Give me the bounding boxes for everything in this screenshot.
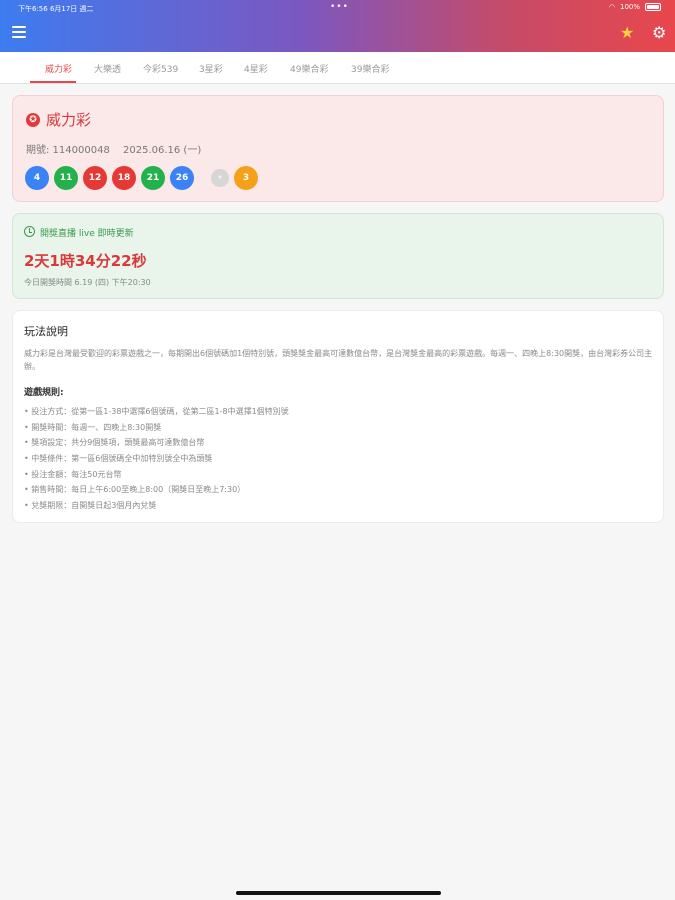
number-ball: 4 [25, 166, 49, 190]
rule-item: • 獎項設定：共分9個獎項，頭獎最高可達數億台幣 [24, 438, 205, 448]
draw-period: 期號: 114000048 [26, 145, 110, 156]
number-ball: 18 [112, 166, 136, 190]
rule-item: • 投注方式：從第一區1-38中選擇6個號碼，從第二區1-8中選擇1個特別號 [24, 407, 289, 416]
rules-subtitle: 遊戲規則: [24, 388, 64, 398]
number-ball: 11 [54, 166, 78, 190]
number-ball: 21 [141, 166, 165, 190]
next-draw-time: 今日開獎時間 6.19 (四) 下午20:30 [24, 278, 151, 287]
tab-3-star[interactable]: 3星彩 [199, 62, 223, 75]
rules-description: 威力彩是台灣最受歡迎的彩票遊戲之一，每期開出6個號碼加1個特別號，頭獎獎金最高可… [24, 349, 653, 371]
tab-powerball[interactable]: 威力彩 [45, 62, 72, 75]
tab-lotto649[interactable]: 大樂透 [94, 62, 121, 75]
lottery-icon: ✪ [26, 113, 40, 127]
rule-item: • 投注金額：每注50元台幣 [24, 469, 122, 479]
number-ball: 12 [83, 166, 107, 190]
rule-item: • 兌獎期限：自開獎日起3個月內兌獎 [24, 501, 157, 511]
app-header: 下午6:56 6月17日 週二 ••• ◠ 100% ★ ⚙ [0, 0, 675, 52]
rule-item: • 開獎時間：每週一、四晚上8:30開獎 [24, 422, 162, 432]
wifi-icon: ◠ [608, 3, 615, 11]
rule-item: • 中獎條件：第一區6個號碼全中加特別號全中為頭獎 [24, 454, 213, 464]
hamburger-icon[interactable] [12, 26, 26, 40]
draw-date: 2025.06.16 (一) [123, 145, 202, 156]
status-bar: 下午6:56 6月17日 週二 ••• ◠ 100% [0, 0, 675, 16]
lottery-result-card: ✪ 威力彩 期號: 114000048 2025.06.16 (一) 4 11 … [12, 95, 664, 202]
draw-meta: 期號: 114000048 2025.06.16 (一) [26, 141, 201, 156]
countdown-timer: 2天1時34分22秒 [24, 252, 147, 270]
status-right: ◠ 100% [609, 3, 661, 11]
tab-daily-cash-539[interactable]: 今彩539 [143, 62, 178, 75]
lottery-tabs: 威力彩 大樂透 今彩539 3星彩 4星彩 49樂合彩 39樂合彩 [0, 52, 675, 84]
tab-39-lotto[interactable]: 39樂合彩 [351, 62, 389, 75]
number-ball: 26 [170, 166, 194, 190]
lottery-title: 威力彩 [46, 111, 92, 129]
rule-item: • 銷售時間：每日上午6:00至晚上8:00（開獎日至晚上7:30） [24, 485, 246, 495]
rules-title: 玩法說明 [24, 325, 68, 338]
plus-separator: + [211, 169, 229, 187]
status-time: 下午6:56 6月17日 週二 [18, 5, 94, 13]
gear-icon[interactable]: ⚙ [652, 25, 666, 41]
rules-card: 玩法說明 威力彩是台灣最受歡迎的彩票遊戲之一，每期開出6個號碼加1個特別號，頭獎… [12, 310, 664, 523]
status-dots: ••• [330, 2, 349, 12]
live-label: 開獎直播 live 即時更新 [40, 229, 134, 239]
home-indicator [236, 891, 441, 895]
tab-49-lotto[interactable]: 49樂合彩 [290, 62, 328, 75]
special-number-ball: 3 [234, 166, 258, 190]
tab-4-star[interactable]: 4星彩 [244, 62, 268, 75]
active-tab-indicator [30, 81, 76, 83]
clock-icon [24, 226, 35, 237]
battery-icon [645, 3, 661, 11]
rules-list: • 投注方式：從第一區1-38中選擇6個號碼，從第二區1-8中選擇1個特別號 •… [24, 404, 289, 514]
star-icon[interactable]: ★ [620, 25, 634, 41]
battery-label: 100% [619, 3, 640, 11]
live-draw-card: 開獎直播 live 即時更新 2天1時34分22秒 今日開獎時間 6.19 (四… [12, 213, 664, 299]
